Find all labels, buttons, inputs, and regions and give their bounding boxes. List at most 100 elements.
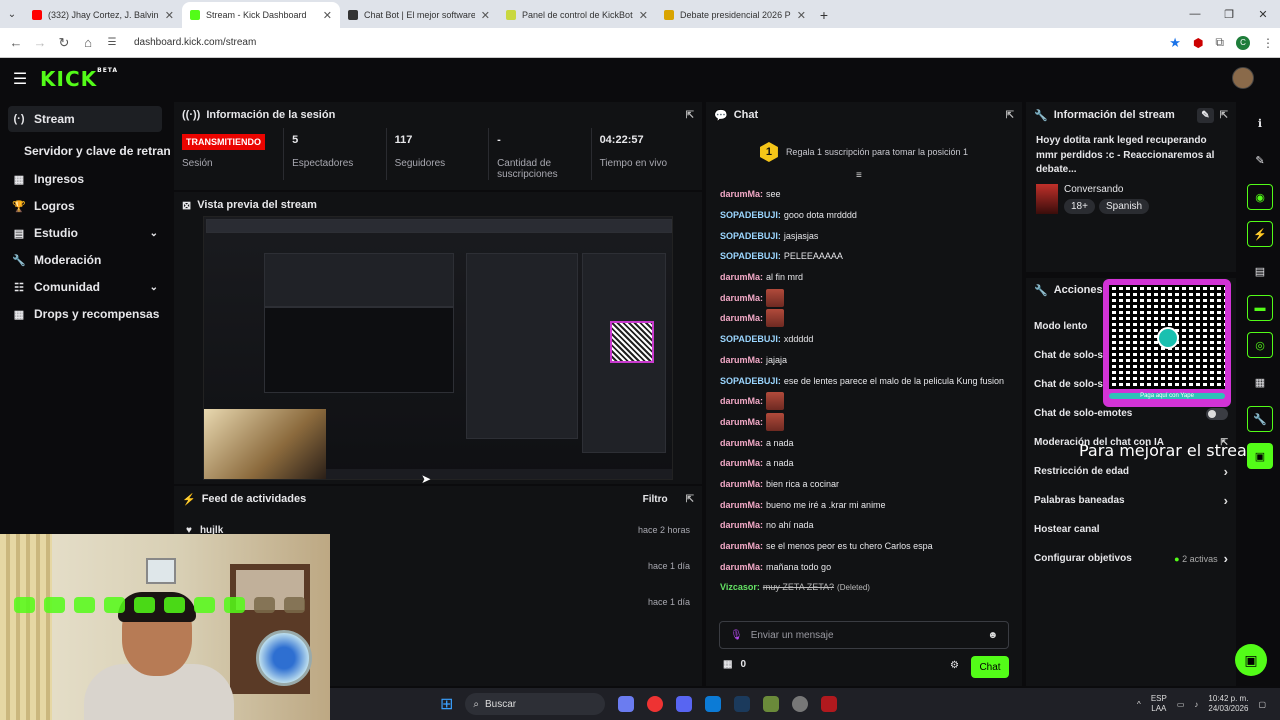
emote-icon[interactable] [134,597,155,613]
tab-close-icon[interactable]: ✕ [481,9,490,22]
stream-preview[interactable] [203,216,673,480]
browser-menu-icon[interactable]: ⋮ [1262,36,1274,50]
browser-tab[interactable]: (332) Jhay Cortez, J. Balvin, Bad ✕ [24,2,182,28]
store-icon[interactable]: ▦ [1247,369,1273,395]
chat-icon[interactable]: ▬ [1247,295,1273,321]
chat-username[interactable]: darumMa: [720,396,763,406]
extension-icon[interactable]: ⬢ [1193,36,1203,50]
new-tab-button[interactable]: + [814,2,834,28]
copilot-icon[interactable] [618,696,635,712]
emote-icon[interactable] [104,597,125,613]
browser-tab[interactable]: Panel de control de KickBot ✕ [498,2,656,28]
info-icon[interactable]: ℹ [1247,110,1273,136]
sidebar-item-0[interactable]: (·) Stream [8,106,162,132]
wrench-icon[interactable]: 🔧 [1247,406,1273,432]
chat-message[interactable]: darumMa: al fin mrd [706,267,1022,288]
filter-button[interactable]: Filtro [643,494,668,505]
extensions-puzzle-icon[interactable]: ⧉ [1215,35,1224,50]
chat-message[interactable]: SOPADEBUJI: PELEEAAAAA [706,246,1022,267]
chat-username[interactable]: darumMa: [720,500,763,510]
pinned-toggle-icon[interactable]: ≡ [856,170,862,181]
language-indicator[interactable]: ESP LAA [1151,694,1167,713]
tab-search-chevron-icon[interactable]: ⌄ [0,2,24,28]
discord-icon[interactable] [676,696,693,712]
chat-message[interactable]: darumMa: se el menos peor es tu chero Car… [706,536,1022,557]
chat-username[interactable]: darumMa: [720,313,763,323]
tab-close-icon[interactable]: ✕ [797,9,806,22]
sidebar-item-2[interactable]: ▦ Ingresos [0,166,170,192]
sidebar-item-6[interactable]: ☷ Comunidad ⌄ [0,274,170,300]
send-chat-button[interactable]: Chat [971,656,1009,678]
camera-icon[interactable]: ◉ [1247,184,1273,210]
popout-icon[interactable]: ⇱ [686,110,694,121]
obs-icon[interactable] [792,696,809,712]
chat-username[interactable]: darumMa: [720,293,763,303]
minimize-icon[interactable]: — [1178,8,1212,20]
chat-username[interactable]: darumMa: [720,417,763,427]
chat-message[interactable]: SOPADEBUJI: xddddd [706,329,1022,350]
emoji-icon[interactable]: ☻ [987,630,998,641]
chat-message[interactable]: darumMa: [706,391,1022,412]
popout-icon[interactable]: ⇱ [1006,110,1014,121]
chat-username[interactable]: darumMa: [720,479,763,489]
sidebar-item-5[interactable]: 🔧 Moderación [0,247,170,273]
chat-username[interactable]: SOPADEBUJI: [720,251,781,261]
gift-sub-banner[interactable]: 1 Regala 1 suscripción para tomar la pos… [706,128,1022,176]
action-row[interactable]: Palabras baneadas › [1026,486,1236,515]
url-field[interactable]: dashboard.kick.com/stream [134,37,256,48]
emote-icon[interactable] [194,597,215,613]
chat-username[interactable]: darumMa: [720,562,763,572]
sidebar-item-7[interactable]: ▦ Drops y recompensas [0,301,170,327]
edit-icon[interactable]: ✎ [1197,107,1214,123]
emote-icon[interactable] [284,597,305,613]
stream-tag[interactable]: 18+ [1064,198,1095,214]
tab-close-icon[interactable]: ✕ [165,9,174,22]
chat-username[interactable]: darumMa: [720,520,763,530]
volume-icon[interactable]: ♪ [1194,700,1198,709]
popout-icon[interactable]: ⇱ [1220,110,1228,121]
kick-logo[interactable]: KICKBETA [40,67,118,91]
steam-icon[interactable] [734,696,751,712]
chat-username[interactable]: SOPADEBUJI: [720,210,781,220]
stream-tag[interactable]: Spanish [1098,198,1150,214]
browser-tab[interactable]: Debate presidencial 2026 Perú ✕ [656,2,814,28]
chat-input[interactable]: 🎙 Enviar un mensaje ☻ [719,621,1009,649]
dota-icon[interactable] [821,696,838,712]
close-window-icon[interactable]: ✕ [1246,8,1280,21]
kickbot-fab[interactable]: ▣ [1235,644,1267,676]
chat-message[interactable]: darumMa: no ahí nada [706,515,1022,536]
clock[interactable]: 10:42 p. m. 24/03/2026 [1208,694,1248,715]
clipboard-icon[interactable]: ▤ [1247,258,1273,284]
restore-icon[interactable]: ❐ [1212,8,1246,21]
action-row[interactable]: Configurar objetivos ● 2 activas › [1026,544,1236,573]
taskbar-search[interactable]: ⌕ Buscar [465,693,606,715]
chat-username[interactable]: SOPADEBUJI: [720,334,781,344]
tray-chevron-icon[interactable]: ^ [1137,700,1141,709]
profile-icon[interactable]: C [1236,35,1250,50]
chat-message[interactable]: darumMa: a nada [706,453,1022,474]
emote-icon[interactable] [74,597,95,613]
menu-icon[interactable]: ☰ [0,69,40,89]
chat-username[interactable]: darumMa: [720,272,763,282]
sidebar-item-1[interactable]: Servidor y clave de retransmisión [0,138,170,164]
mic-icon[interactable]: 🎙 [730,630,743,641]
emote-icon[interactable] [44,597,65,613]
pen-icon[interactable]: ✎ [1247,147,1273,173]
app-icon[interactable] [763,696,780,712]
reload-icon[interactable]: ↻ [52,35,76,51]
bookmark-star-icon[interactable]: ★ [1169,35,1181,51]
chat-message[interactable]: darumMa: bueno me iré a .krar mi anime [706,494,1022,515]
chat-message[interactable]: darumMa: [706,412,1022,433]
avatar[interactable] [1232,67,1254,89]
edge-icon[interactable] [705,696,722,712]
sidebar-item-4[interactable]: ▤ Estudio ⌄ [0,220,170,246]
emote-icon[interactable] [164,597,185,613]
chat-message[interactable]: SOPADEBUJI: ese de lentes parece el malo … [706,370,1022,391]
broadcast-icon[interactable]: ◎ [1247,332,1273,358]
action-row[interactable]: Hostear canal [1026,515,1236,544]
chat-username[interactable]: SOPADEBUJI: [720,376,781,386]
windows-start-icon[interactable]: ⊞ [440,694,453,714]
chat-username[interactable]: darumMa: [720,458,763,468]
chat-message[interactable]: darumMa: bien rica a cocinar [706,474,1022,495]
action-row[interactable]: Restricción de edad › [1026,457,1236,486]
